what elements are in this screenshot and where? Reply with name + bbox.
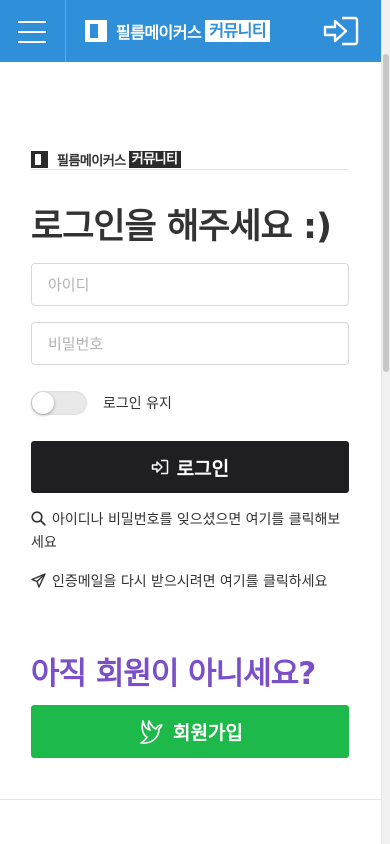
find-account-link[interactable]: 아이디나 비밀번호를 잊으셨으면 여기를 클릭해보세요 xyxy=(31,509,351,555)
keep-login-toggle[interactable] xyxy=(31,391,87,415)
divider xyxy=(31,169,349,170)
login-heading: 로그인을 해주세요 :) xyxy=(31,207,332,247)
toggle-knob xyxy=(32,392,54,414)
brand-logo[interactable]: 필름메이커스 커뮤니티 xyxy=(85,19,271,43)
scrollbar-thumb[interactable] xyxy=(383,54,389,372)
brand-name: 필름메이커스 xyxy=(116,23,202,42)
menu-line xyxy=(18,21,46,23)
join-button[interactable]: 회원가입 xyxy=(31,705,349,758)
find-account-text: 아이디나 비밀번호를 잊으셨으면 여기를 클릭해보세요 xyxy=(31,512,341,551)
password-input[interactable] xyxy=(31,322,349,365)
menu-line xyxy=(18,31,46,33)
hamburger-menu-icon[interactable] xyxy=(0,0,66,62)
sign-in-icon xyxy=(151,459,169,475)
login-brand-tag: 커뮤니티 xyxy=(128,150,181,168)
top-navigation-bar: 필름메이커스 커뮤니티 xyxy=(0,0,381,62)
login-button[interactable]: 로그인 xyxy=(31,441,349,493)
menu-line xyxy=(18,41,46,43)
footer-divider xyxy=(0,799,381,800)
search-icon xyxy=(31,511,46,526)
brand-mark-icon xyxy=(31,150,48,168)
resend-email-link[interactable]: 인증메일을 다시 받으시려면 여기를 클릭하세요 xyxy=(31,571,351,594)
login-brand-logo: 필름메이커스 커뮤니티 xyxy=(31,150,181,169)
brand-mark-icon xyxy=(85,20,107,42)
user-id-input[interactable] xyxy=(31,263,349,306)
join-button-label: 회원가입 xyxy=(173,722,243,744)
login-button-label: 로그인 xyxy=(176,457,230,480)
keep-login-row: 로그인 유지 xyxy=(31,390,172,416)
resend-email-text: 인증메일을 다시 받으시려면 여기를 클릭하세요 xyxy=(52,574,328,590)
paper-plane-icon xyxy=(31,573,46,588)
sign-in-icon[interactable] xyxy=(322,15,360,47)
not-member-heading: 아직 회원이 아니세요? xyxy=(31,656,316,692)
vertical-scrollbar[interactable] xyxy=(381,0,390,844)
keep-login-label: 로그인 유지 xyxy=(103,396,172,412)
login-brand-name: 필름메이커스 xyxy=(57,153,126,169)
brand-tag: 커뮤니티 xyxy=(205,20,271,42)
dove-icon xyxy=(140,719,163,744)
